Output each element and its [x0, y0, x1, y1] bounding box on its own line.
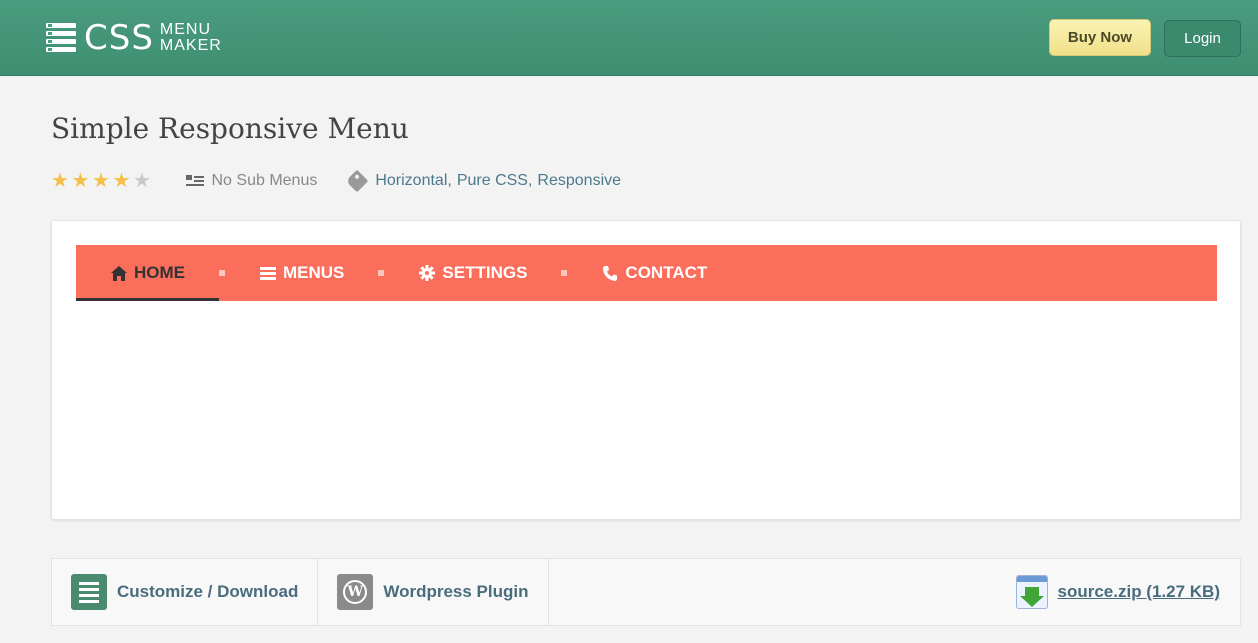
menu-item-label: SETTINGS: [442, 263, 528, 282]
page-title: Simple Responsive Menu: [51, 112, 409, 145]
logo-main-text: CSS: [84, 18, 154, 58]
star-empty-icon: ★: [133, 170, 151, 192]
bars-icon: [259, 265, 276, 282]
logo-icon: [46, 21, 76, 55]
source-download[interactable]: source.zip (1.27 KB): [1015, 559, 1221, 625]
customize-icon: [71, 574, 107, 610]
tag-icon: [346, 169, 369, 193]
login-button[interactable]: Login: [1164, 20, 1241, 57]
logo-sub-text: MENU MAKER: [160, 22, 222, 54]
menu-item-settings[interactable]: SETTINGS: [384, 245, 561, 301]
gear-icon: [418, 265, 435, 282]
menu-item-label: HOME: [134, 263, 185, 282]
buy-now-button[interactable]: Buy Now: [1049, 19, 1151, 56]
customize-label: Customize / Download: [117, 582, 299, 601]
wordpress-plugin-button[interactable]: W Wordpress Plugin: [318, 559, 549, 625]
menu-item-label: CONTACT: [625, 263, 708, 282]
submenu-icon: [185, 175, 204, 187]
customize-download-button[interactable]: Customize / Download: [52, 559, 319, 625]
demo-menu: HOME MENUS SETTINGS CONTACT: [76, 245, 1217, 301]
top-header: CSS MENU MAKER Buy Now Login: [0, 0, 1258, 76]
tag-list: Horizontal, Pure CSS, Responsive: [346, 169, 621, 193]
menu-item-home[interactable]: HOME: [76, 245, 219, 301]
rating-stars: ★ ★ ★ ★ ★: [51, 171, 154, 191]
wordpress-icon: W: [337, 574, 374, 610]
tag-pure-css[interactable]: Pure CSS: [457, 172, 528, 190]
menu-item-menus[interactable]: MENUS: [225, 245, 378, 301]
tag-responsive[interactable]: Responsive: [537, 172, 621, 190]
wordpress-label: Wordpress Plugin: [383, 582, 529, 601]
phone-icon: [601, 265, 618, 282]
submenu-info: No Sub Menus: [185, 172, 318, 190]
star-icon: ★: [92, 170, 110, 192]
menu-item-contact[interactable]: CONTACT: [567, 245, 741, 301]
star-icon: ★: [71, 170, 90, 192]
tag-horizontal[interactable]: Horizontal: [375, 172, 447, 190]
logo[interactable]: CSS MENU MAKER: [46, 18, 222, 58]
logo-sub-line2: MAKER: [159, 37, 222, 54]
meta-row: ★ ★ ★ ★ ★ No Sub Menus Horizontal, Pure …: [51, 169, 621, 193]
preview-card: HOME MENUS SETTINGS CONTACT: [51, 220, 1241, 520]
star-icon: ★: [51, 170, 69, 192]
star-icon: ★: [112, 170, 131, 192]
menu-item-label: MENUS: [283, 263, 345, 282]
logo-sub-line1: MENU: [159, 21, 212, 38]
source-zip-link[interactable]: source.zip (1.27 KB): [1058, 582, 1221, 602]
submenu-label: No Sub Menus: [211, 172, 318, 189]
download-icon: [1015, 575, 1048, 609]
home-icon: [110, 265, 127, 282]
action-bar: Customize / Download W Wordpress Plugin …: [51, 558, 1241, 626]
